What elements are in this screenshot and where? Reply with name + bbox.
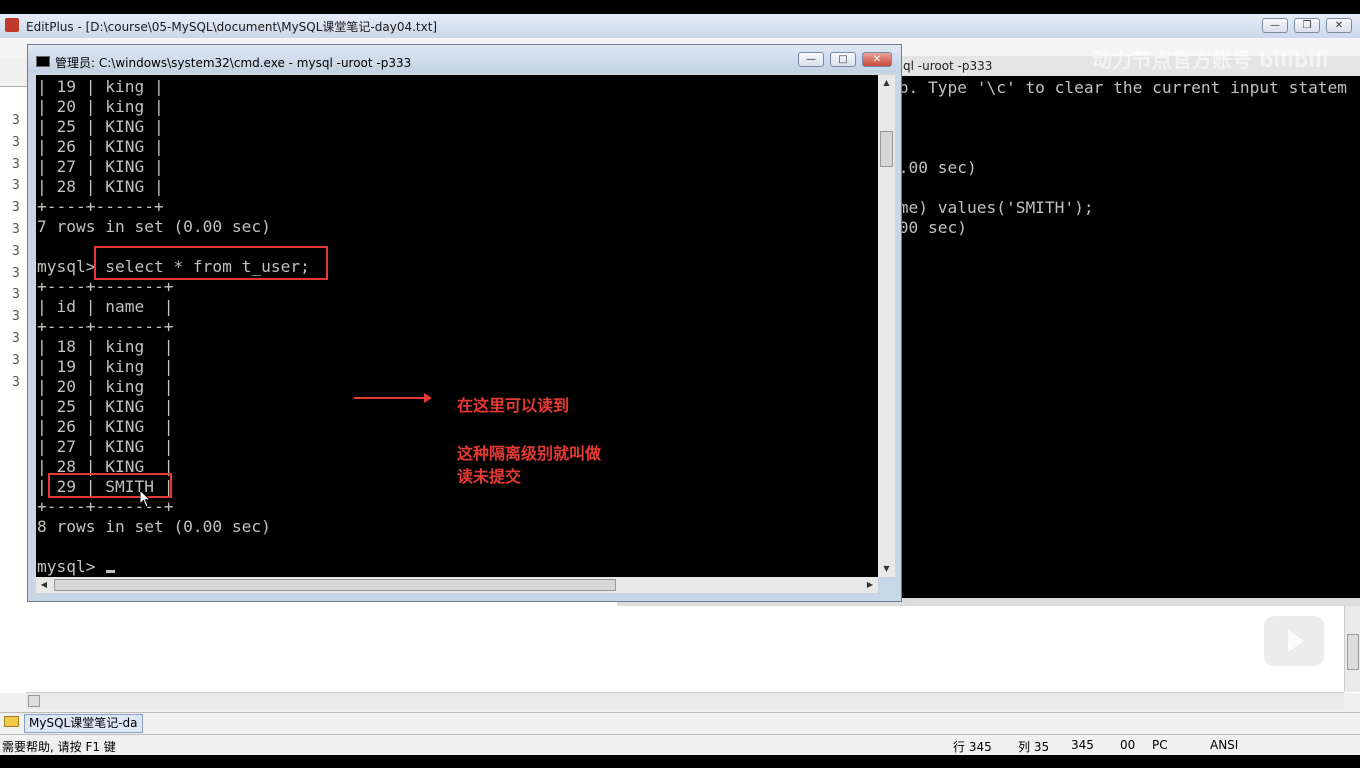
console-line: | 27 | KING | — [37, 437, 174, 456]
annotation-can-read: 在这里可以读到 — [457, 396, 570, 415]
line-number: 3 — [12, 287, 20, 303]
line-number: 3 — [12, 134, 20, 150]
line-number: 3 — [12, 374, 20, 390]
console-line: | 19 | king | — [37, 77, 164, 96]
console-line: 00 sec) — [889, 218, 967, 237]
status-ins: 00 — [1120, 738, 1136, 752]
document-tab-bar: MySQL课堂笔记-da — [0, 712, 1360, 733]
watermark: 动力节点官方账号 bilibili — [1092, 48, 1329, 72]
mouse-pointer-icon — [140, 490, 152, 508]
cmd-title: 管理员: C:\windows\system32\cmd.exe - mysql… — [55, 56, 412, 70]
console-line: | 19 | king | — [37, 357, 174, 376]
line-number: 3 — [12, 200, 20, 216]
console-line: 7 rows in set (0.00 sec) — [37, 217, 271, 236]
scroll-up-arrow-icon[interactable]: ▲ — [878, 75, 895, 91]
line-number: 3 — [12, 178, 20, 194]
cmd-console[interactable]: | 19 | king | | 20 | king | | 25 | KING | |… — [36, 75, 878, 577]
line-number: 3 — [12, 309, 20, 325]
console-line: mysql> — [37, 557, 106, 576]
status-col: 列 35 — [1018, 740, 1050, 754]
cmd-vscroll-thumb[interactable] — [880, 131, 893, 167]
console-line: | 26 | KING | — [37, 417, 174, 436]
annotation-isolation-level: 这种隔离级别就叫做 — [457, 444, 602, 463]
scroll-left-arrow-icon[interactable]: ◀ — [36, 577, 52, 593]
line-number: 3 — [12, 243, 20, 259]
background-terminal-output: .p. Type '\c' to clear the current input… — [889, 78, 1347, 238]
line-number: 3 — [12, 156, 20, 172]
console-line: | 25 | KING | — [37, 397, 174, 416]
play-icon — [1288, 630, 1304, 652]
cmd-vertical-scrollbar[interactable]: ▲ ▼ — [878, 75, 895, 577]
console-line: +----+-------+ — [37, 277, 174, 296]
cmd-window[interactable]: 管理员: C:\windows\system32\cmd.exe - mysql… — [27, 44, 902, 602]
console-line: | id | name | — [37, 297, 174, 316]
status-bar: 需要帮助, 请按 F1 键 行 345 列 35 345 00 PC ANSI — [0, 734, 1360, 755]
query-highlight-box — [94, 246, 328, 280]
console-line: .p. Type '\c' to clear the current input… — [889, 78, 1348, 97]
console-line: +----+-------+ — [37, 317, 174, 336]
cmd-titlebar: 管理员: C:\windows\system32\cmd.exe - mysql… — [28, 45, 901, 73]
document-tab[interactable]: MySQL课堂笔记-da — [24, 714, 143, 733]
close-button[interactable]: ✕ — [1326, 18, 1352, 33]
restore-button[interactable]: ❐ — [1294, 18, 1320, 33]
scroll-right-arrow-icon[interactable]: ▶ — [862, 577, 878, 593]
scroll-down-arrow-icon[interactable]: ▼ — [878, 561, 895, 577]
line-number: 3 — [12, 221, 20, 237]
cmd-hscroll-thumb[interactable] — [54, 579, 616, 591]
console-line: | 28 | KING | — [37, 177, 164, 196]
cmd-close-button[interactable]: ✕ — [862, 52, 892, 67]
status-encoding: ANSI — [1210, 738, 1239, 752]
background-terminal-title: ql -uroot -p333 — [903, 59, 993, 73]
play-button[interactable] — [1264, 616, 1324, 666]
editor-hscroll-thumb[interactable] — [28, 695, 40, 707]
line-number: 3 — [12, 330, 20, 346]
console-line: | 26 | KING | — [37, 137, 164, 156]
editor-vscroll-thumb[interactable] — [1347, 634, 1359, 670]
annotation-arrow-icon — [354, 393, 432, 403]
status-os: PC — [1152, 738, 1168, 752]
console-line: | 18 | king | — [37, 337, 174, 356]
console-line: | 20 | king | — [37, 377, 174, 396]
line-number: 3 — [12, 113, 20, 128]
console-line: 8 rows in set (0.00 sec) — [37, 517, 271, 536]
cmd-horizontal-scrollbar[interactable]: ◀ ▶ — [36, 577, 878, 593]
console-line: | 20 | king | — [37, 97, 164, 116]
console-line: 0.00 sec) — [889, 158, 977, 177]
line-number: 3 — [12, 352, 20, 368]
smith-row-highlight-box — [48, 473, 172, 498]
cmd-app-icon — [36, 56, 50, 67]
folder-icon[interactable] — [4, 716, 19, 727]
annotation-read-uncommitted: 读未提交 — [457, 467, 522, 486]
line-number-gutter: 3 3 3 3 3 3 3 3 3 3 3 3 3 — [0, 113, 26, 396]
console-line: ame) values('SMITH'); — [889, 198, 1094, 217]
cmd-output: | 19 | king | | 20 | king | | 25 | KING | |… — [37, 77, 310, 577]
editor-horizontal-scrollbar[interactable] — [26, 692, 1344, 709]
editplus-titlebar: EditPlus - [D:\course\05-MySQL\document\… — [0, 14, 1360, 38]
status-help: 需要帮助, 请按 F1 键 — [2, 740, 116, 754]
console-line: +----+------+ — [37, 197, 164, 216]
editplus-app-icon — [5, 18, 19, 32]
cmd-restore-button[interactable]: □ — [830, 52, 856, 67]
console-line: +----+-------+ — [37, 497, 174, 516]
line-number: 3 — [12, 265, 20, 281]
status-count: 345 — [1071, 738, 1094, 752]
console-line: | 27 | KING | — [37, 157, 164, 176]
cmd-minimize-button[interactable]: — — [798, 52, 824, 67]
console-line: | 25 | KING | — [37, 117, 164, 136]
editplus-title: EditPlus - [D:\course\05-MySQL\document\… — [26, 20, 438, 34]
minimize-button[interactable]: — — [1262, 18, 1288, 33]
text-cursor — [106, 570, 115, 573]
status-row: 行 345 — [953, 740, 992, 754]
